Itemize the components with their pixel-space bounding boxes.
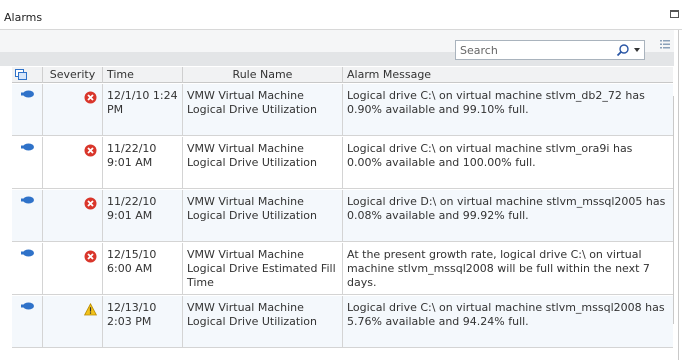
column-header-time[interactable]: Time <box>102 67 182 83</box>
alarm-rule-name: VMW Virtual Machine Logical Drive Utiliz… <box>182 296 342 347</box>
alarm-time: 11/22/10 9:01 AM <box>102 190 182 241</box>
alarm-rule-name: VMW Virtual Machine Logical Drive Utiliz… <box>182 190 342 241</box>
alarm-time: 11/22/10 9:01 AM <box>102 137 182 188</box>
search-icon[interactable] <box>616 44 630 57</box>
alarm-time: 12/1/10 1:24 PM <box>102 84 182 135</box>
virtual-machine-icon <box>21 302 34 310</box>
warning-icon <box>84 303 97 316</box>
virtual-machine-icon <box>21 90 34 98</box>
chevron-down-icon[interactable] <box>634 48 640 52</box>
scroll-edge <box>673 96 674 324</box>
virtual-machine-icon <box>21 143 34 151</box>
critical-icon <box>84 197 97 210</box>
critical-icon <box>84 144 97 157</box>
column-header-alarm-message[interactable]: Alarm Message <box>342 67 673 83</box>
alarm-message: Logical drive C:\ on virtual machine stl… <box>342 296 673 347</box>
virtual-machine-icon <box>21 196 34 204</box>
table-row[interactable]: 12/1/10 1:24 PM VMW Virtual Machine Logi… <box>12 84 673 136</box>
table-row[interactable]: 11/22/10 9:01 AM VMW Virtual Machine Log… <box>12 190 673 242</box>
table-header: Severity Time Rule Name Alarm Message <box>12 67 673 83</box>
critical-icon <box>84 250 97 263</box>
alarm-message: Logical drive D:\ on virtual machine stl… <box>342 190 673 241</box>
grid-options-icon[interactable] <box>660 39 670 49</box>
alarm-rule-name: VMW Virtual Machine Logical Drive Estima… <box>182 243 342 294</box>
window-titlebar: Alarms <box>0 0 682 30</box>
alarm-time: 12/15/10 6:00 AM <box>102 243 182 294</box>
alarm-message: Logical drive C:\ on virtual machine stl… <box>342 84 673 135</box>
alarm-message: Logical drive C:\ on virtual machine stl… <box>342 137 673 188</box>
search-box[interactable] <box>455 40 645 60</box>
table-row[interactable]: 12/13/10 2:03 PM VMW Virtual Machine Log… <box>12 296 673 348</box>
alarm-message: At the present growth rate, logical driv… <box>342 243 673 294</box>
column-header-type[interactable] <box>12 67 42 83</box>
virtual-machine-icon <box>21 249 34 257</box>
alarm-time: 12/13/10 2:03 PM <box>102 296 182 347</box>
column-header-severity[interactable]: Severity <box>42 67 102 83</box>
window-title: Alarms <box>4 11 43 24</box>
alarm-rule-name: VMW Virtual Machine Logical Drive Utiliz… <box>182 84 342 135</box>
search-input[interactable] <box>460 43 600 57</box>
table-row[interactable]: 11/22/10 9:01 AM VMW Virtual Machine Log… <box>12 137 673 189</box>
maximize-icon[interactable] <box>670 10 679 18</box>
alarm-rule-name: VMW Virtual Machine Logical Drive Utiliz… <box>182 137 342 188</box>
panel-border <box>678 30 679 360</box>
critical-icon <box>84 91 97 104</box>
column-header-rule-name[interactable]: Rule Name <box>182 67 342 83</box>
column-chooser-icon[interactable] <box>15 69 27 80</box>
table-row[interactable]: 12/15/10 6:00 AM VMW Virtual Machine Log… <box>12 243 673 295</box>
